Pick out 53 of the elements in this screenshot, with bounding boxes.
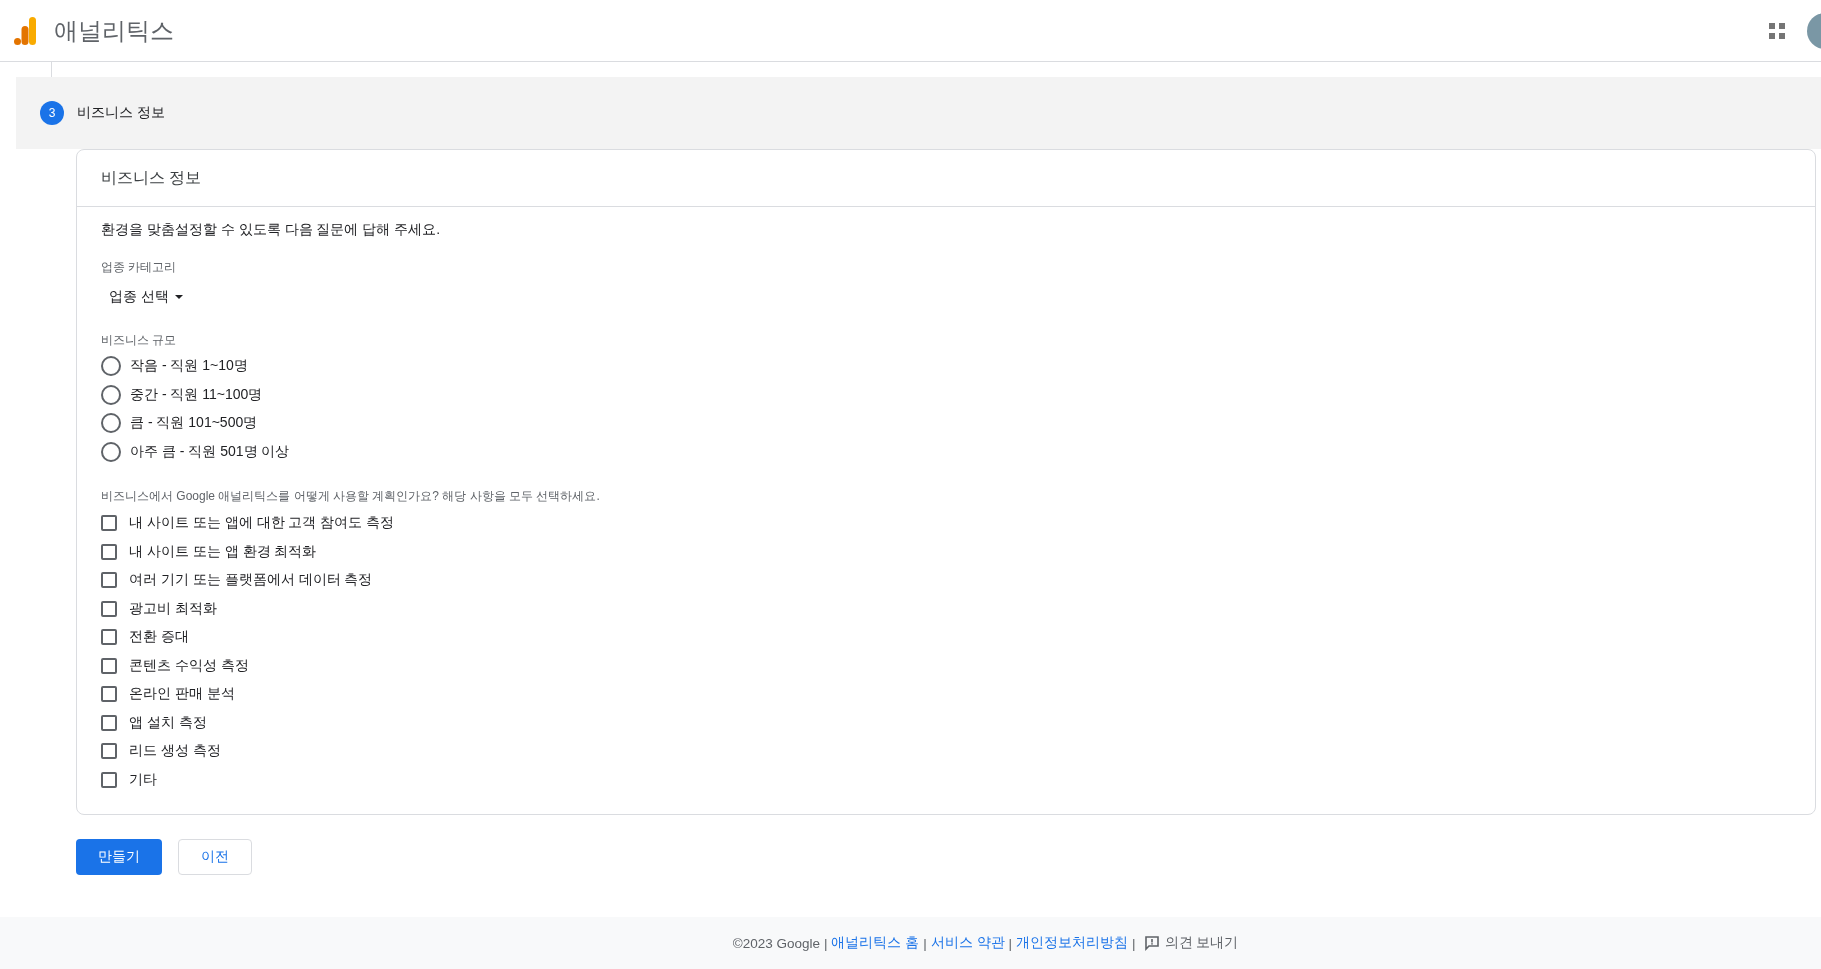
checkbox[interactable] [101, 686, 117, 703]
feedback-icon [1143, 935, 1160, 951]
separator-text: | [923, 935, 927, 951]
create-button[interactable]: 만들기 [76, 839, 162, 875]
radio-label[interactable]: 중간 - 직원 11~100명 [130, 385, 263, 404]
intro-text: 환경을 맞춤설정할 수 있도록 다음 질문에 답해 주세요. [101, 221, 442, 239]
checkbox-label[interactable]: 여러 기기 또는 플랫폼에서 데이터 측정 [129, 571, 373, 590]
checkbox-label[interactable]: 콘텐츠 수익성 측정 [129, 656, 249, 675]
feedback-link[interactable]: 의견 보내기 [1164, 934, 1239, 952]
footer-link[interactable]: 서비스 약관 [930, 934, 1005, 952]
separator-text: | [1132, 935, 1136, 951]
radio-button[interactable] [101, 384, 121, 405]
radio-label[interactable]: 아주 큼 - 직원 501명 이상 [130, 442, 290, 461]
checkbox-label[interactable]: 내 사이트 또는 앱 환경 최적화 [129, 542, 317, 561]
checkbox-label[interactable]: 온라인 판매 분석 [129, 685, 235, 704]
radio-label[interactable]: 작음 - 직원 1~10명 [130, 357, 248, 376]
app-title: 애널리틱스 [54, 15, 174, 46]
caret-icon [174, 295, 183, 299]
step-number: 3 [40, 101, 64, 125]
footer-link[interactable]: 개인정보처리방침 [1016, 934, 1129, 952]
checkbox[interactable] [101, 572, 117, 589]
checkbox-label[interactable]: 리드 생성 측정 [129, 742, 221, 761]
checkbox-label[interactable]: 내 사이트 또는 앱에 대한 고객 참여도 측정 [129, 514, 395, 533]
step-label: 비즈니스 정보 [77, 104, 165, 122]
separator-text: | [823, 935, 828, 951]
checkbox-label[interactable]: 전환 증대 [129, 628, 189, 647]
checkbox[interactable] [101, 771, 117, 788]
apps-grid-icon[interactable] [1769, 22, 1785, 39]
checkbox-label[interactable]: 광고비 최적화 [129, 599, 217, 618]
field-label: 비즈니스 규모 [101, 332, 178, 349]
radio-button[interactable] [101, 413, 121, 434]
card-title: 비즈니스 정보 [77, 150, 1815, 207]
back-button[interactable]: 이전 [178, 839, 252, 875]
checkbox-label[interactable]: 앱 설치 측정 [129, 713, 207, 732]
radio-label[interactable]: 큼 - 직원 101~500명 [130, 414, 258, 433]
separator-text: | [1008, 935, 1013, 951]
radio-button[interactable] [101, 441, 121, 462]
checkbox[interactable] [101, 515, 117, 532]
checkbox[interactable] [101, 714, 117, 731]
checkbox[interactable] [101, 657, 117, 674]
field-label: 업종 카테고리 [101, 259, 178, 276]
checkbox[interactable] [101, 543, 117, 560]
industry-dropdown[interactable]: 업종 선택 [101, 282, 191, 312]
avatar[interactable] [1807, 12, 1821, 49]
checkbox[interactable] [101, 600, 117, 617]
copyright-text: ©2023 Google [732, 935, 820, 951]
checkbox[interactable] [101, 629, 117, 646]
bar-chart-logo-icon [14, 16, 36, 45]
checkbox[interactable] [101, 743, 117, 760]
checkbox-label[interactable]: 기타 [129, 770, 157, 789]
radio-button[interactable] [101, 356, 121, 377]
field-label: 비즈니스에서 Google 애널리틱스를 어떻게 사용할 계획인가요? 해당 사항을 모두 선택하세요. [101, 488, 601, 505]
footer-link[interactable]: 애널리틱스 홈 [831, 934, 920, 952]
